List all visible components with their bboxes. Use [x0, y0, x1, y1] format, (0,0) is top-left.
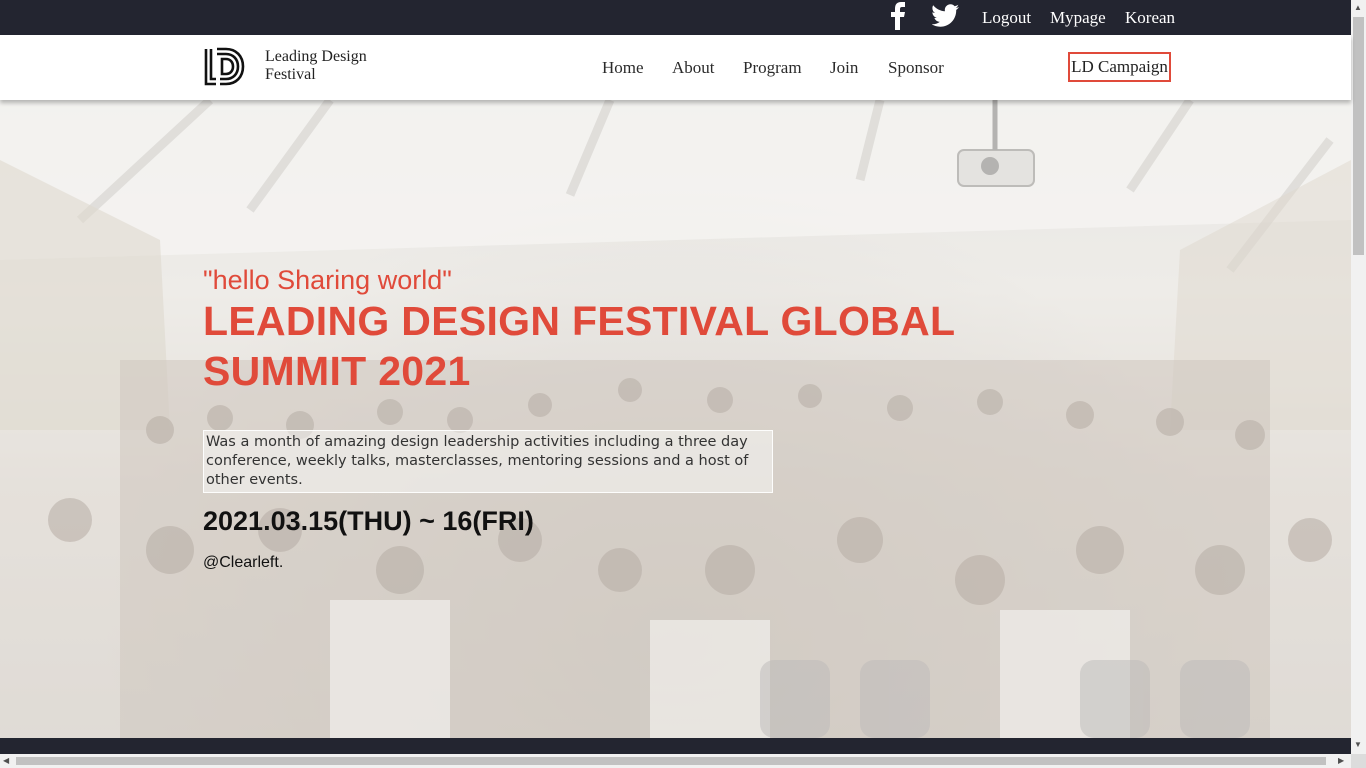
nav-sponsor[interactable]: Sponsor [888, 58, 944, 78]
hero-background-image [0, 100, 1351, 738]
top-utility-bar: Logout Mypage Korean [0, 0, 1351, 35]
organizer[interactable]: @Clearleft. [203, 554, 283, 572]
hero-description: Was a month of amazing design leadership… [203, 430, 773, 493]
mypage-link[interactable]: Mypage [1050, 0, 1106, 35]
horizontal-scroll-thumb[interactable] [16, 757, 1326, 765]
scroll-left-icon[interactable]: ◀ [3, 756, 9, 766]
horizontal-scrollbar[interactable]: ◀ ▶ [0, 754, 1351, 768]
hero-tagline: "hello Sharing world" [203, 265, 452, 295]
nav-about[interactable]: About [672, 58, 715, 78]
logout-link[interactable]: Logout [982, 0, 1031, 35]
site-header: Leading Design Festival Home About Progr… [0, 35, 1351, 100]
footer-strip [0, 738, 1351, 754]
nav-home[interactable]: Home [602, 58, 644, 78]
scroll-right-icon[interactable]: ▶ [1338, 756, 1344, 766]
twitter-icon[interactable] [931, 4, 960, 33]
ld-campaign-button[interactable]: LD Campaign [1068, 52, 1171, 82]
nav-program[interactable]: Program [743, 58, 802, 78]
vertical-scrollbar[interactable]: ▲ ▼ [1351, 0, 1366, 754]
language-korean-link[interactable]: Korean [1125, 0, 1175, 35]
hero-banner: "hello Sharing world" LEADING DESIGN FES… [0, 100, 1351, 738]
hero-headline: LEADING DESIGN FESTIVAL GLOBAL SUMMIT 20… [203, 298, 955, 394]
scroll-up-icon[interactable]: ▲ [1354, 3, 1362, 13]
brand-name[interactable]: Leading Design Festival [265, 48, 395, 84]
scrollbar-corner [1351, 754, 1366, 768]
facebook-icon[interactable] [890, 2, 908, 35]
scroll-down-icon[interactable]: ▼ [1354, 740, 1362, 750]
nav-join[interactable]: Join [830, 58, 858, 78]
ld-logo[interactable] [204, 47, 246, 87]
event-date: 2021.03.15(THU) ~ 16(FRI) [203, 506, 534, 536]
vertical-scroll-thumb[interactable] [1353, 17, 1364, 255]
